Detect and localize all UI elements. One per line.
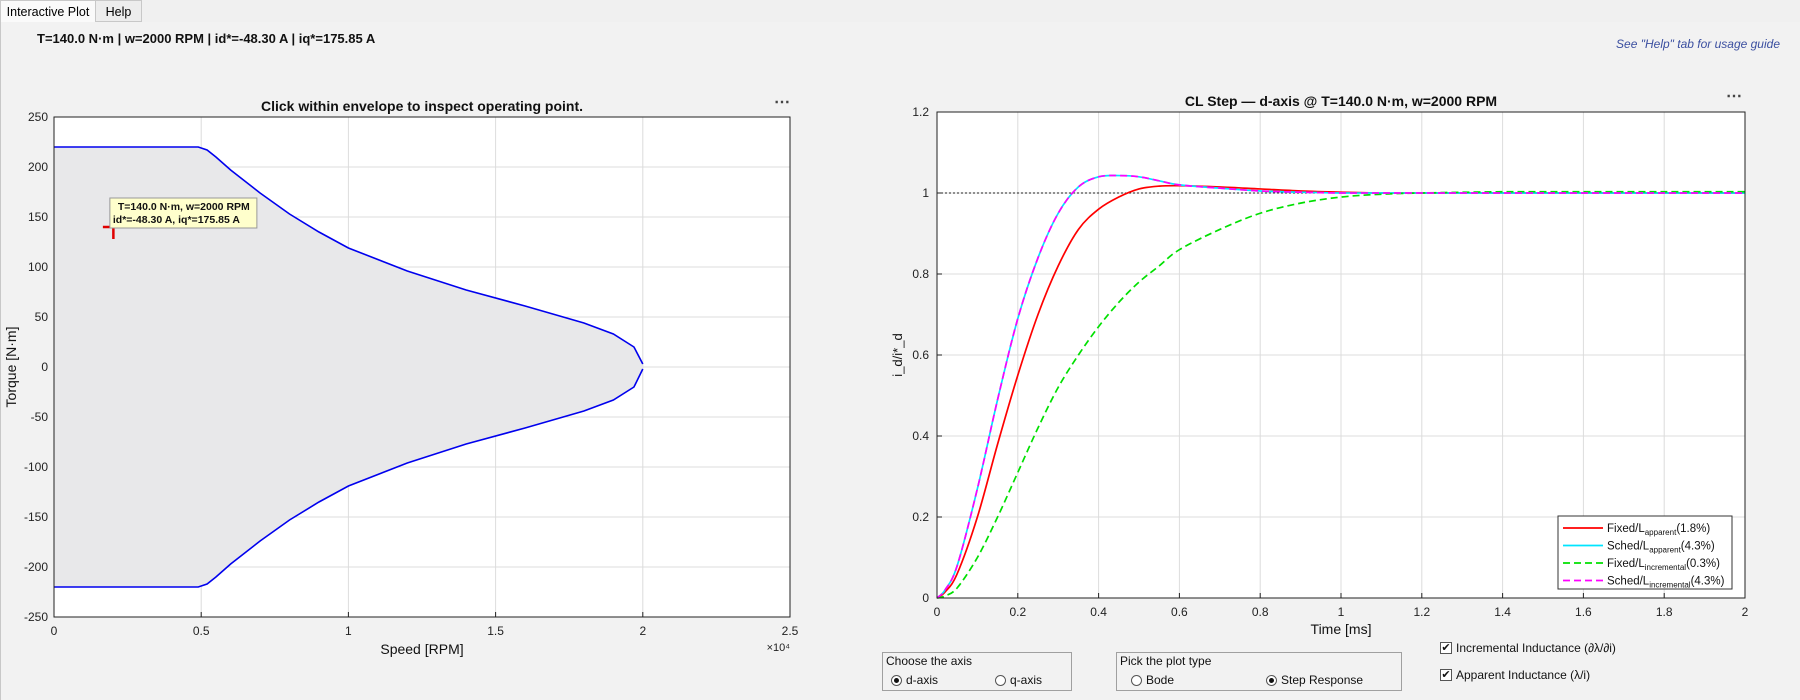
- incremental-checkbox-box[interactable]: ✔: [1440, 642, 1452, 654]
- datatip-line1: T=140.0 N·m, w=2000 RPM: [118, 201, 250, 213]
- y-tick-label: -100: [24, 460, 48, 474]
- radio-d-axis[interactable]: d-axis: [891, 673, 938, 687]
- envelope-y-label: Torque [N·m]: [3, 327, 19, 408]
- apparent-inductance-checkbox[interactable]: ✔ Apparent Inductance (λ/i): [1440, 668, 1590, 682]
- y-tick-label: -150: [24, 510, 48, 524]
- tab-help[interactable]: Help: [96, 0, 142, 22]
- apparent-checkbox-box[interactable]: ✔: [1440, 669, 1452, 681]
- radio-step-response-indicator[interactable]: [1266, 674, 1277, 686]
- x-tick-label: 2: [639, 624, 646, 638]
- operating-point-status: T=140.0 N·m | w=2000 RPM | id*=-48.30 A …: [37, 31, 376, 46]
- x-tick-label: 1.5: [487, 624, 504, 638]
- right-plot-more-icon[interactable]: ⋯: [1726, 86, 1743, 106]
- radio-bode-indicator[interactable]: [1131, 674, 1142, 686]
- y-tick-label: 100: [28, 260, 48, 274]
- left-plot-more-icon[interactable]: ⋯: [774, 92, 791, 112]
- tab-bar: Interactive Plot Help: [0, 0, 1800, 23]
- axis-choice-group: Choose the axis d-axis q-axis: [882, 652, 1072, 691]
- radio-q-axis-indicator[interactable]: [995, 674, 1006, 686]
- radio-step-response-label: Step Response: [1281, 673, 1364, 687]
- x-tick-label: 1: [345, 624, 352, 638]
- plot-group-title: Pick the plot type: [1120, 654, 1212, 668]
- envelope-plot[interactable]: 0 0.5 1 1.5 2 2.5 250 200 150 100 50 0 -50 -100 -150 -2…: [3, 98, 799, 657]
- envelope-x-label: Speed [RPM]: [380, 641, 463, 657]
- y-tick-label: 250: [28, 110, 48, 124]
- figure-more-icon[interactable]: ⋯: [1726, 360, 1747, 380]
- help-hint: See "Help" tab for usage guide: [1616, 37, 1780, 51]
- y-tick-label: 200: [28, 160, 48, 174]
- radio-bode-label: Bode: [1146, 673, 1175, 687]
- radio-q-axis[interactable]: q-axis: [995, 673, 1042, 687]
- y-tick-label: 0: [41, 360, 48, 374]
- radio-q-axis-label: q-axis: [1010, 673, 1043, 687]
- radio-d-axis-indicator[interactable]: [891, 674, 902, 686]
- x-exponent-label: ×10⁴: [767, 642, 791, 654]
- incremental-inductance-checkbox[interactable]: ✔ Incremental Inductance (∂λ/∂i): [1440, 641, 1616, 655]
- datatip-line2: id*=-48.30 A, iq*=175.85 A: [113, 214, 240, 226]
- y-tick-label: 150: [28, 210, 48, 224]
- y-tick-label: 50: [35, 310, 49, 324]
- y-tick-label: -200: [24, 560, 48, 574]
- apparent-checkbox-label: Apparent Inductance (λ/i): [1456, 668, 1591, 682]
- y-tick-label: -50: [31, 410, 49, 424]
- x-tick-label: 0.5: [193, 624, 210, 638]
- plot-type-group: Pick the plot type Bode Step Response: [1116, 652, 1402, 691]
- radio-step-response[interactable]: Step Response: [1266, 673, 1363, 687]
- y-tick-label: -250: [24, 610, 48, 624]
- axis-group-title: Choose the axis: [886, 654, 973, 668]
- x-tick-label: 2.5: [782, 624, 799, 638]
- x-tick-label: 0: [51, 624, 58, 638]
- radio-bode[interactable]: Bode: [1131, 673, 1174, 687]
- incremental-checkbox-label: Incremental Inductance (∂λ/∂i): [1456, 641, 1616, 655]
- radio-d-axis-label: d-axis: [906, 673, 939, 687]
- envelope-plot-title: Click within envelope to inspect operati…: [261, 98, 583, 114]
- tab-interactive-plot[interactable]: Interactive Plot: [0, 0, 96, 23]
